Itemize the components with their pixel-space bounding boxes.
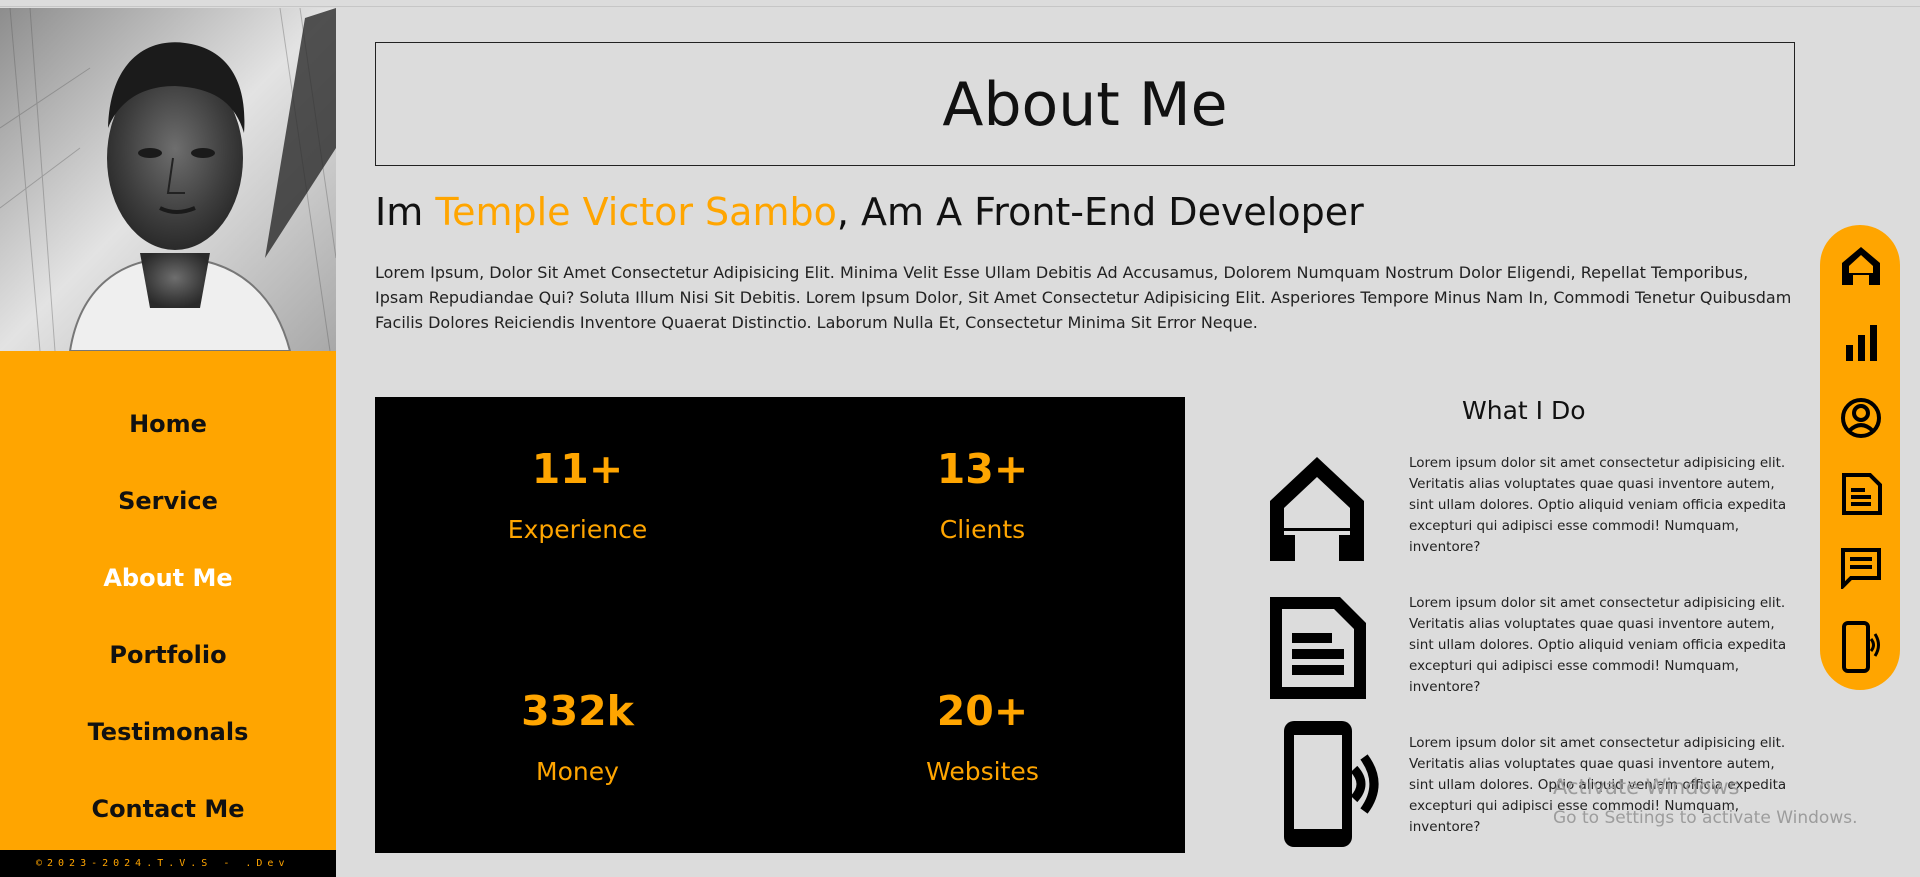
phone-icon <box>1262 721 1379 847</box>
home-icon[interactable] <box>1840 245 1882 287</box>
stat-label: Clients <box>939 515 1026 544</box>
service-text: Lorem ipsum dolor sit amet consectetur a… <box>1409 455 1787 555</box>
what-i-do-heading: What I Do <box>1462 396 1586 425</box>
user-icon[interactable] <box>1840 397 1882 439</box>
stat-websites: 20+ Websites <box>780 687 1185 786</box>
intro-suffix: , Am A Front-End Developer <box>836 190 1364 234</box>
top-divider <box>0 6 1920 7</box>
copyright-footer: ©2023-2024.T.V.S - .Dev <box>0 850 336 877</box>
stat-label: Experience <box>507 515 648 544</box>
nav-item-portfolio[interactable]: Portfolio <box>0 615 336 692</box>
nav-item-testimonals[interactable]: Testimonals <box>0 692 336 769</box>
main-nav: Home Service About Me Portfolio Testimon… <box>0 384 336 846</box>
intro-prefix: Im <box>375 190 436 234</box>
sidebar: Home Service About Me Portfolio Testimon… <box>0 8 336 877</box>
intro-heading: Im Temple Victor Sambo, Am A Front-End D… <box>375 190 1364 234</box>
watermark-title: Activate Windows <box>1553 775 1740 799</box>
stat-number: 332k <box>521 687 634 735</box>
stat-clients: 13+ Clients <box>780 445 1185 544</box>
page-title: About Me <box>942 70 1228 140</box>
watermark-subtitle: Go to Settings to activate Windows. <box>1553 808 1858 828</box>
stats-panel: 11+ Experience 13+ Clients 332k Money 20… <box>375 397 1185 853</box>
home-icon <box>1262 453 1372 563</box>
document-icon <box>1262 593 1372 703</box>
stat-label: Websites <box>926 757 1039 786</box>
message-icon[interactable] <box>1840 547 1882 591</box>
chart-icon[interactable] <box>1840 321 1882 363</box>
stat-money: 332k Money <box>375 687 780 786</box>
page-title-box: About Me <box>375 42 1795 166</box>
profile-photo <box>0 8 336 351</box>
nav-item-service[interactable]: Service <box>0 461 336 538</box>
about-paragraph: Lorem Ipsum, Dolor Sit Amet Consectetur … <box>375 263 1792 332</box>
service-item: Lorem ipsum dolor sit amet consectetur a… <box>1262 453 1797 578</box>
stat-number: 13+ <box>936 445 1029 493</box>
stat-number: 11+ <box>531 445 624 493</box>
phone-icon[interactable] <box>1840 621 1882 673</box>
quick-nav-rail <box>1820 225 1900 690</box>
service-item: Lorem ipsum dolor sit amet consectetur a… <box>1262 593 1797 718</box>
document-icon[interactable] <box>1840 473 1882 515</box>
nav-item-home[interactable]: Home <box>0 384 336 461</box>
stat-experience: 11+ Experience <box>375 445 780 544</box>
stat-label: Money <box>536 757 619 786</box>
service-text: Lorem ipsum dolor sit amet consectetur a… <box>1409 595 1787 695</box>
stat-number: 20+ <box>936 687 1029 735</box>
nav-item-about-me[interactable]: About Me <box>0 538 336 615</box>
nav-item-contact-me[interactable]: Contact Me <box>0 769 336 846</box>
windows-activation-watermark: Activate Windows Go to Settings to activ… <box>1553 772 1858 834</box>
intro-name: Temple Victor Sambo <box>435 190 837 234</box>
